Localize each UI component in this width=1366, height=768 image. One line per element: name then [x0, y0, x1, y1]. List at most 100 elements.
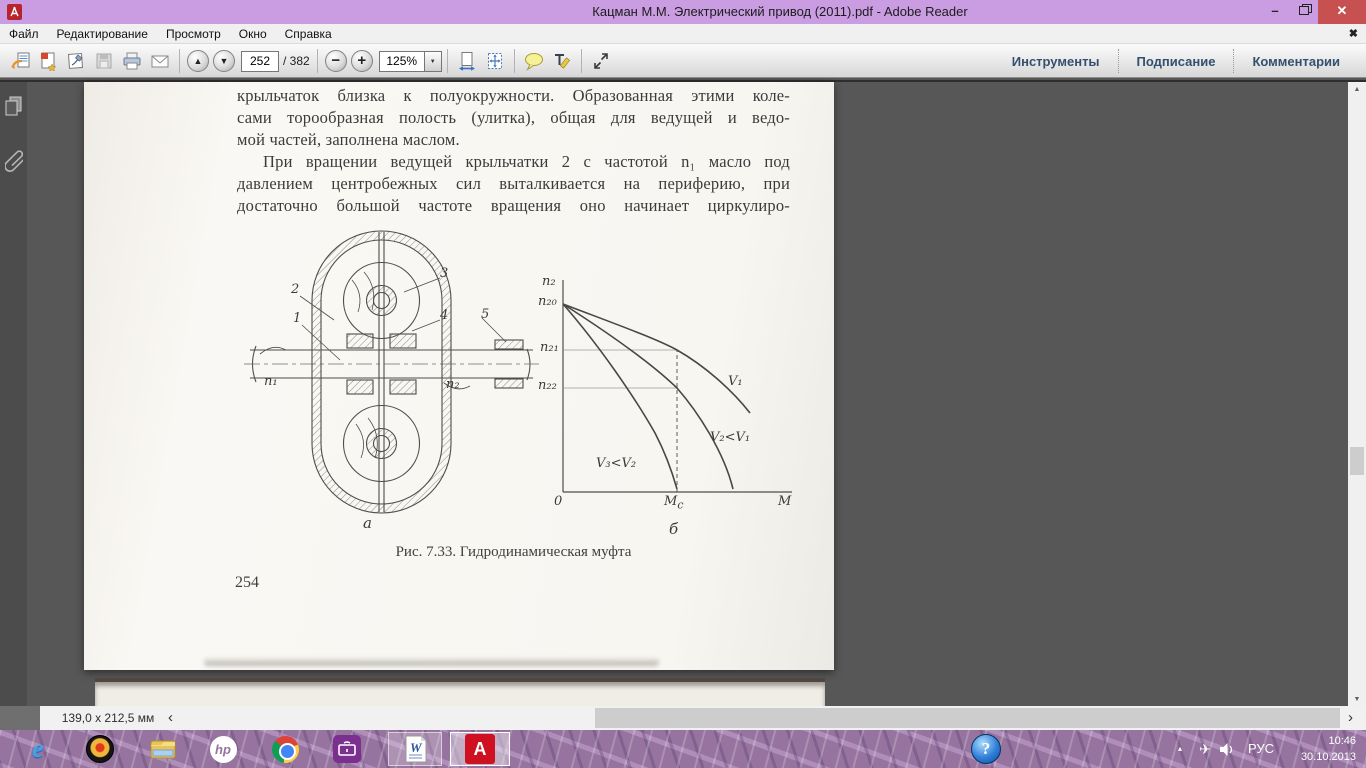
- part-label-2: 2: [291, 282, 300, 297]
- subfigure-a-letter: а: [363, 514, 372, 532]
- figure-caption: Рис. 7.33. Гидродинамическая муфта: [395, 544, 632, 560]
- menu-edit[interactable]: Редактирование: [48, 24, 157, 44]
- scroll-up-icon[interactable]: ▲: [1348, 82, 1366, 98]
- taskbar-webcam-app-icon[interactable]: [85, 734, 115, 764]
- sign-button[interactable]: Подписание: [1119, 54, 1234, 69]
- body-text-line: сами торообразная полость (улитка), обща…: [237, 108, 790, 127]
- attachments-paperclip-icon[interactable]: [5, 144, 23, 178]
- hidden-icons-chevron-icon[interactable]: ▴: [1172, 730, 1188, 768]
- language-indicator[interactable]: РУС: [1244, 730, 1278, 768]
- email-button[interactable]: [147, 48, 173, 74]
- subfigure-b-letter: б: [669, 520, 679, 538]
- body-text-line: достаточно большой частоте вращения оно …: [237, 196, 790, 215]
- title-bar[interactable]: Кацман М.М. Электрический привод (2011).…: [0, 0, 1366, 24]
- fit-page-icon: [487, 53, 502, 69]
- document-viewport: крыльчаток близка к полуокружности. Обра…: [0, 80, 1366, 708]
- save-button[interactable]: [91, 48, 117, 74]
- zoom-dropdown-button[interactable]: ▼: [424, 50, 442, 72]
- fit-width-button[interactable]: [454, 48, 480, 74]
- menu-bar: Файл Редактирование Просмотр Окно Справк…: [0, 24, 1366, 44]
- print-icon: [123, 52, 141, 70]
- minimize-button[interactable]: –: [1258, 0, 1292, 24]
- previous-page-button[interactable]: ▲: [187, 50, 209, 72]
- printed-page-number: 254: [235, 574, 259, 591]
- next-page-top-edge[interactable]: [95, 678, 825, 708]
- vertical-scrollbar-thumb[interactable]: [1350, 447, 1364, 475]
- page-total-label: / 382: [283, 54, 310, 68]
- taskbar-internet-explorer-icon[interactable]: e: [23, 734, 53, 764]
- taskbar-word-icon[interactable]: W: [400, 734, 430, 764]
- navigation-rail: [0, 82, 27, 708]
- status-corner-block: [0, 706, 40, 730]
- restore-button[interactable]: [1292, 0, 1318, 24]
- chevron-down-icon: ▼: [429, 58, 436, 65]
- origin-label: 0: [554, 494, 563, 509]
- scroll-right-icon[interactable]: ›: [1348, 706, 1353, 730]
- body-text-line: крыльчаток близка к полуокружности. Обра…: [237, 86, 790, 105]
- tools-button[interactable]: Инструменты: [994, 54, 1118, 69]
- tools-panel-buttons: Инструменты Подписание Комментарии: [994, 44, 1358, 78]
- status-bar: 139,0 x 212,5 мм ‹ ›: [0, 706, 1366, 730]
- print-button[interactable]: [119, 48, 145, 74]
- sign-document-button[interactable]: [63, 48, 89, 74]
- help-icon[interactable]: ?: [971, 734, 1001, 764]
- curve-label-v2: V₂<V₁: [710, 430, 751, 445]
- zoom-in-button[interactable]: +: [350, 50, 373, 72]
- body-text-line: При вращении ведущей крыльчатки 2 с част…: [263, 152, 790, 171]
- figure-b-characteristics-graph: [562, 280, 792, 493]
- menu-window[interactable]: Окно: [230, 24, 276, 44]
- adobe-reader-window: Кацман М.М. Электрический привод (2011).…: [0, 0, 1366, 768]
- menu-help[interactable]: Справка: [276, 24, 341, 44]
- menu-view[interactable]: Просмотр: [157, 24, 230, 44]
- open-file-button[interactable]: [7, 48, 33, 74]
- highlight-text-button[interactable]: [549, 48, 575, 74]
- fit-width-icon: [458, 52, 475, 71]
- taskbar-chrome-icon[interactable]: [270, 734, 300, 764]
- adobe-reader-app-icon: [7, 4, 22, 20]
- page-number-input[interactable]: [241, 50, 279, 72]
- part-label-5: 5: [481, 307, 490, 322]
- comments-button[interactable]: Комментарии: [1234, 54, 1358, 69]
- toolbar: ▲ ▼ / 382 − + 125% ▼: [0, 44, 1366, 78]
- open-file-icon: [10, 52, 29, 69]
- pdf-page[interactable]: крыльчаток близка к полуокружности. Обра…: [84, 82, 834, 670]
- fit-page-button[interactable]: [482, 48, 508, 74]
- volume-icon[interactable]: [1220, 730, 1240, 768]
- clock[interactable]: 10:46 30.10.2013: [1276, 733, 1356, 765]
- tray-date: 30.10.2013: [1300, 751, 1356, 763]
- comment-bubble-icon: [524, 53, 543, 71]
- page-thumbnails-icon[interactable]: [5, 96, 23, 118]
- create-pdf-icon: [41, 52, 57, 71]
- sign-document-icon: [67, 52, 84, 69]
- comment-button[interactable]: [521, 48, 547, 74]
- taskbar-file-explorer-icon[interactable]: [148, 734, 178, 764]
- system-tray: ? ▴ ✈ РУС 10:46 30.10.2013: [971, 730, 1366, 768]
- create-pdf-button[interactable]: [35, 48, 61, 74]
- shaft-speed-n2-label: n₂: [446, 377, 460, 392]
- vertical-scrollbar[interactable]: ▲ ▼: [1348, 82, 1366, 708]
- airplane-mode-icon[interactable]: ✈: [1196, 730, 1214, 768]
- y-axis-label: n₂: [542, 274, 556, 289]
- highlight-text-icon: [554, 54, 570, 69]
- scroll-left-icon[interactable]: ‹: [168, 706, 173, 730]
- curve-label-v3: V₃<V₂: [596, 456, 637, 471]
- menu-file[interactable]: Файл: [0, 24, 48, 44]
- scan-shadow: [204, 657, 659, 666]
- window-title: Кацман М.М. Электрический привод (2011).…: [592, 4, 968, 19]
- tray-time: 10:46: [1328, 735, 1356, 747]
- mc-tick-label: Mc: [664, 494, 684, 512]
- next-page-button[interactable]: ▼: [213, 50, 235, 72]
- taskbar-screen-cast-icon[interactable]: [332, 734, 362, 764]
- page-dimensions-label: 139,0 x 212,5 мм: [61, 711, 155, 725]
- zoom-level-value[interactable]: 125%: [378, 50, 425, 72]
- fullscreen-button[interactable]: [588, 48, 614, 74]
- zoom-out-button[interactable]: −: [324, 50, 347, 72]
- save-icon: [96, 53, 112, 69]
- x-axis-label: M: [778, 494, 792, 509]
- close-button[interactable]: ✕: [1318, 0, 1366, 24]
- taskbar-hp-icon[interactable]: hp: [208, 734, 238, 764]
- taskbar-adobe-reader-icon[interactable]: A: [465, 734, 495, 764]
- horizontal-scrollbar-thumb[interactable]: [595, 708, 1340, 728]
- curve-label-v1: V₁: [728, 374, 743, 389]
- menubar-close-icon[interactable]: ✖: [1349, 24, 1358, 44]
